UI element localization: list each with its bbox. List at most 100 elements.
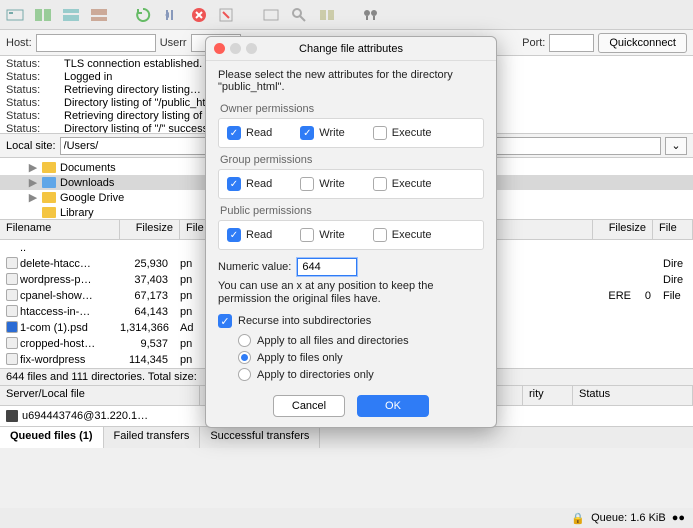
disconnect-icon[interactable] (216, 4, 238, 26)
perm-checkbox[interactable]: Execute (373, 228, 432, 242)
tab-queued[interactable]: Queued files (1) (0, 427, 104, 448)
file-size: 1,314,366 (114, 322, 174, 334)
file-size: 37,403 (114, 274, 174, 286)
folder-icon (42, 207, 56, 218)
file-icon (0, 337, 14, 352)
numeric-hint: You can use an x at any position to keep… (218, 280, 484, 306)
checkbox-icon[interactable]: ✓ (227, 126, 241, 140)
queue-item[interactable]: u694443746@31.220.1… (22, 410, 148, 422)
file-size: 114,345 (114, 354, 174, 366)
checkbox-icon[interactable]: ✓ (227, 177, 241, 191)
col-filetype-remote[interactable]: File (653, 220, 693, 239)
apply-radio[interactable]: Apply to files only (238, 349, 484, 366)
file-type: pn (174, 306, 200, 318)
file-icon (0, 321, 14, 336)
reconnect-icon[interactable] (260, 4, 282, 26)
col-filesize[interactable]: Filesize (120, 220, 180, 239)
perm-checkbox[interactable]: Execute (373, 177, 432, 191)
local-site-label: Local site: (6, 140, 56, 152)
dialog-titlebar[interactable]: Change file attributes (206, 37, 496, 61)
file-type: pn (174, 338, 200, 350)
change-attributes-dialog: Change file attributes Please select the… (205, 36, 497, 428)
dialog-intro: Please select the new attributes for the… (218, 69, 484, 93)
col-filetype[interactable]: File (180, 220, 206, 239)
perm-checkbox[interactable]: ✓Read (227, 177, 272, 191)
status-bar: 🔒 Queue: 1.6 KiB ●● (0, 508, 693, 528)
checkbox-icon[interactable] (300, 228, 314, 242)
tab-successful[interactable]: Successful transfers (200, 427, 320, 448)
lock-icon: 🔒 (571, 512, 585, 525)
process-queue-icon[interactable] (160, 4, 182, 26)
col-filename[interactable]: Filename (0, 220, 120, 239)
perm-group-label: Group permissions (218, 150, 484, 169)
file-name: cpanel-show… (14, 290, 114, 302)
expand-icon[interactable]: ▶ (28, 176, 38, 189)
col-filesize-remote[interactable]: Filesize (593, 220, 653, 239)
transfer-tabs: Queued files (1) Failed transfers Succes… (0, 426, 693, 448)
file-type: pn (174, 354, 200, 366)
site-manager-icon[interactable] (4, 4, 26, 26)
refresh-icon[interactable] (132, 4, 154, 26)
filter-icon[interactable] (288, 4, 310, 26)
recurse-label: Recurse into subdirectories (238, 315, 371, 327)
toggle-tree-icon[interactable] (32, 4, 54, 26)
file-name: wordpress-p… (14, 274, 114, 286)
apply-radio[interactable]: Apply to all files and directories (238, 332, 484, 349)
recurse-checkbox[interactable]: ✓ (218, 314, 232, 328)
port-input[interactable] (549, 34, 594, 52)
numeric-value-input[interactable] (297, 258, 357, 276)
cancel-icon[interactable] (188, 4, 210, 26)
file-size: 9,537 (114, 338, 174, 350)
file-icon (0, 305, 14, 320)
file-name: 1-com (1).psd (14, 322, 114, 334)
find-icon[interactable] (360, 4, 382, 26)
folder-icon (42, 192, 56, 203)
perm-checkbox[interactable]: Write (300, 228, 344, 242)
checkbox-icon[interactable]: ✓ (300, 126, 314, 140)
expand-icon[interactable]: ▶ (28, 191, 38, 204)
toggle-log-icon[interactable] (60, 4, 82, 26)
perm-checkbox[interactable]: ✓Read (227, 228, 272, 242)
file-type: pn (174, 290, 200, 302)
minimize-icon (230, 43, 241, 54)
checkbox-icon[interactable] (373, 177, 387, 191)
folder-icon (42, 177, 56, 188)
perm-checkbox[interactable]: Execute (373, 126, 432, 140)
file-icon (0, 257, 14, 272)
file-size: 64,143 (114, 306, 174, 318)
col-priority[interactable]: rity (523, 386, 573, 405)
col-status[interactable]: Status (573, 386, 693, 405)
perm-row: ✓Read Write Execute (218, 220, 484, 250)
perm-checkbox[interactable]: ✓Write (300, 126, 344, 140)
radio-icon[interactable] (238, 334, 251, 347)
queue-size: Queue: 1.6 KiB (591, 512, 666, 524)
radio-icon[interactable] (238, 368, 251, 381)
file-name: cropped-host… (14, 338, 114, 350)
checkbox-icon[interactable] (373, 126, 387, 140)
compare-icon[interactable] (316, 4, 338, 26)
checkbox-icon[interactable]: ✓ (227, 228, 241, 242)
file-type: pn (174, 258, 200, 270)
perm-checkbox[interactable]: Write (300, 177, 344, 191)
perm-checkbox[interactable]: ✓Read (227, 126, 272, 140)
cancel-button[interactable]: Cancel (273, 395, 345, 417)
close-icon[interactable] (214, 43, 225, 54)
file-size: 25,930 (114, 258, 174, 270)
col-server-local[interactable]: Server/Local file (0, 386, 200, 405)
indicator-icon: ●● (672, 512, 685, 524)
tab-failed[interactable]: Failed transfers (104, 427, 201, 448)
apply-radio[interactable]: Apply to directories only (238, 366, 484, 383)
radio-icon[interactable] (238, 351, 251, 364)
checkbox-icon[interactable] (300, 177, 314, 191)
local-path-dropdown[interactable]: ⌄ (665, 137, 687, 155)
status-label: Status: (6, 58, 54, 71)
file-name: htaccess-in-… (14, 306, 114, 318)
file-icon (0, 289, 14, 304)
host-input[interactable] (36, 34, 156, 52)
quickconnect-button[interactable]: Quickconnect (598, 33, 687, 53)
expand-icon[interactable]: ▶ (28, 161, 38, 174)
user-label: Userr (160, 37, 187, 49)
ok-button[interactable]: OK (357, 395, 429, 417)
checkbox-icon[interactable] (373, 228, 387, 242)
toggle-queue-icon[interactable] (88, 4, 110, 26)
